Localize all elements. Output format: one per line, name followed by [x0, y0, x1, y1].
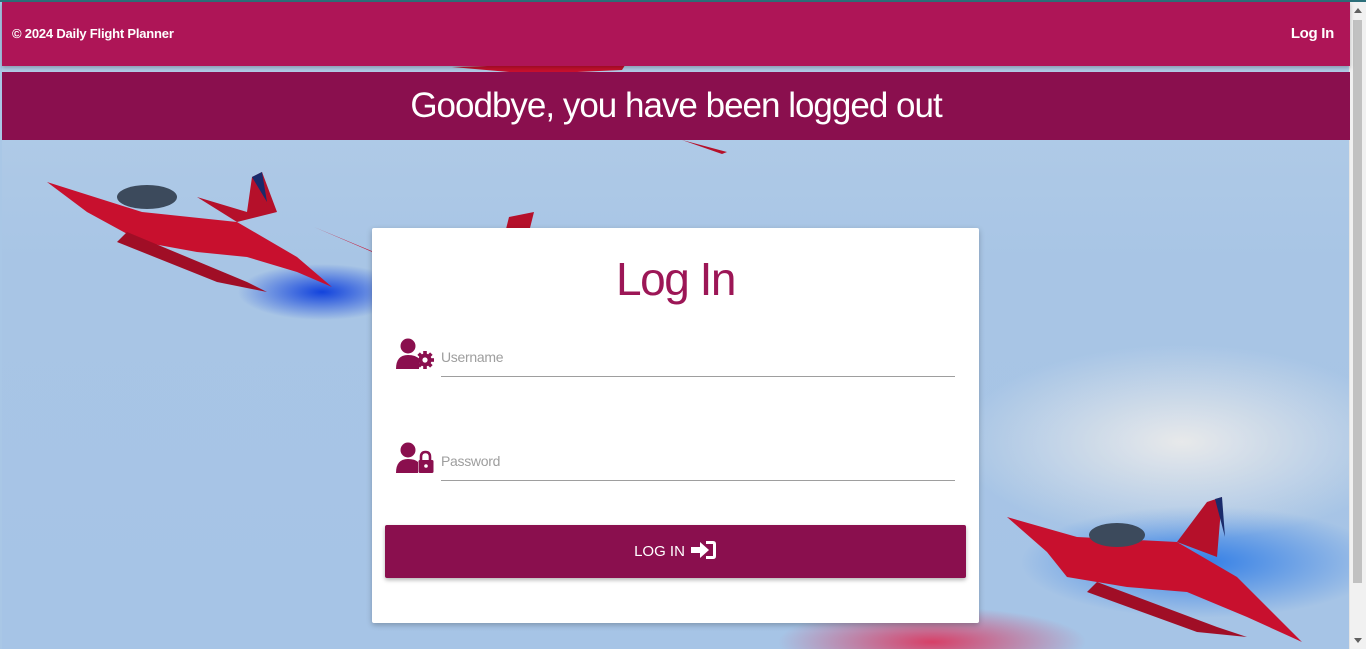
logout-banner: Goodbye, you have been logged out	[2, 72, 1350, 140]
logout-message: Goodbye, you have been logged out	[410, 86, 942, 125]
scroll-thumb[interactable]	[1353, 20, 1362, 583]
login-card: Log In Username LOG IN	[372, 228, 979, 623]
sign-in-icon	[690, 540, 717, 564]
brand-copyright: © 2024 Daily Flight Planner	[12, 26, 174, 41]
login-title: Log In	[616, 253, 736, 305]
red-arrows-jet-right	[1007, 497, 1302, 642]
password-input[interactable]	[441, 442, 955, 481]
login-submit-button[interactable]: LOG IN	[385, 525, 966, 578]
password-field	[441, 442, 955, 482]
username-field	[441, 338, 955, 378]
user-lock-icon	[396, 442, 436, 479]
top-navbar: © 2024 Daily Flight Planner Log In	[2, 2, 1350, 66]
username-input[interactable]	[441, 338, 955, 377]
nav-login-link[interactable]: Log In	[1291, 25, 1334, 42]
scroll-down-arrow-icon[interactable]	[1354, 638, 1362, 643]
user-gear-icon	[396, 338, 436, 375]
scroll-up-arrow-icon[interactable]	[1354, 8, 1362, 13]
page-scrollbar[interactable]	[1349, 2, 1366, 649]
login-submit-label: LOG IN	[634, 543, 685, 560]
red-arrows-jet-left	[47, 172, 332, 292]
